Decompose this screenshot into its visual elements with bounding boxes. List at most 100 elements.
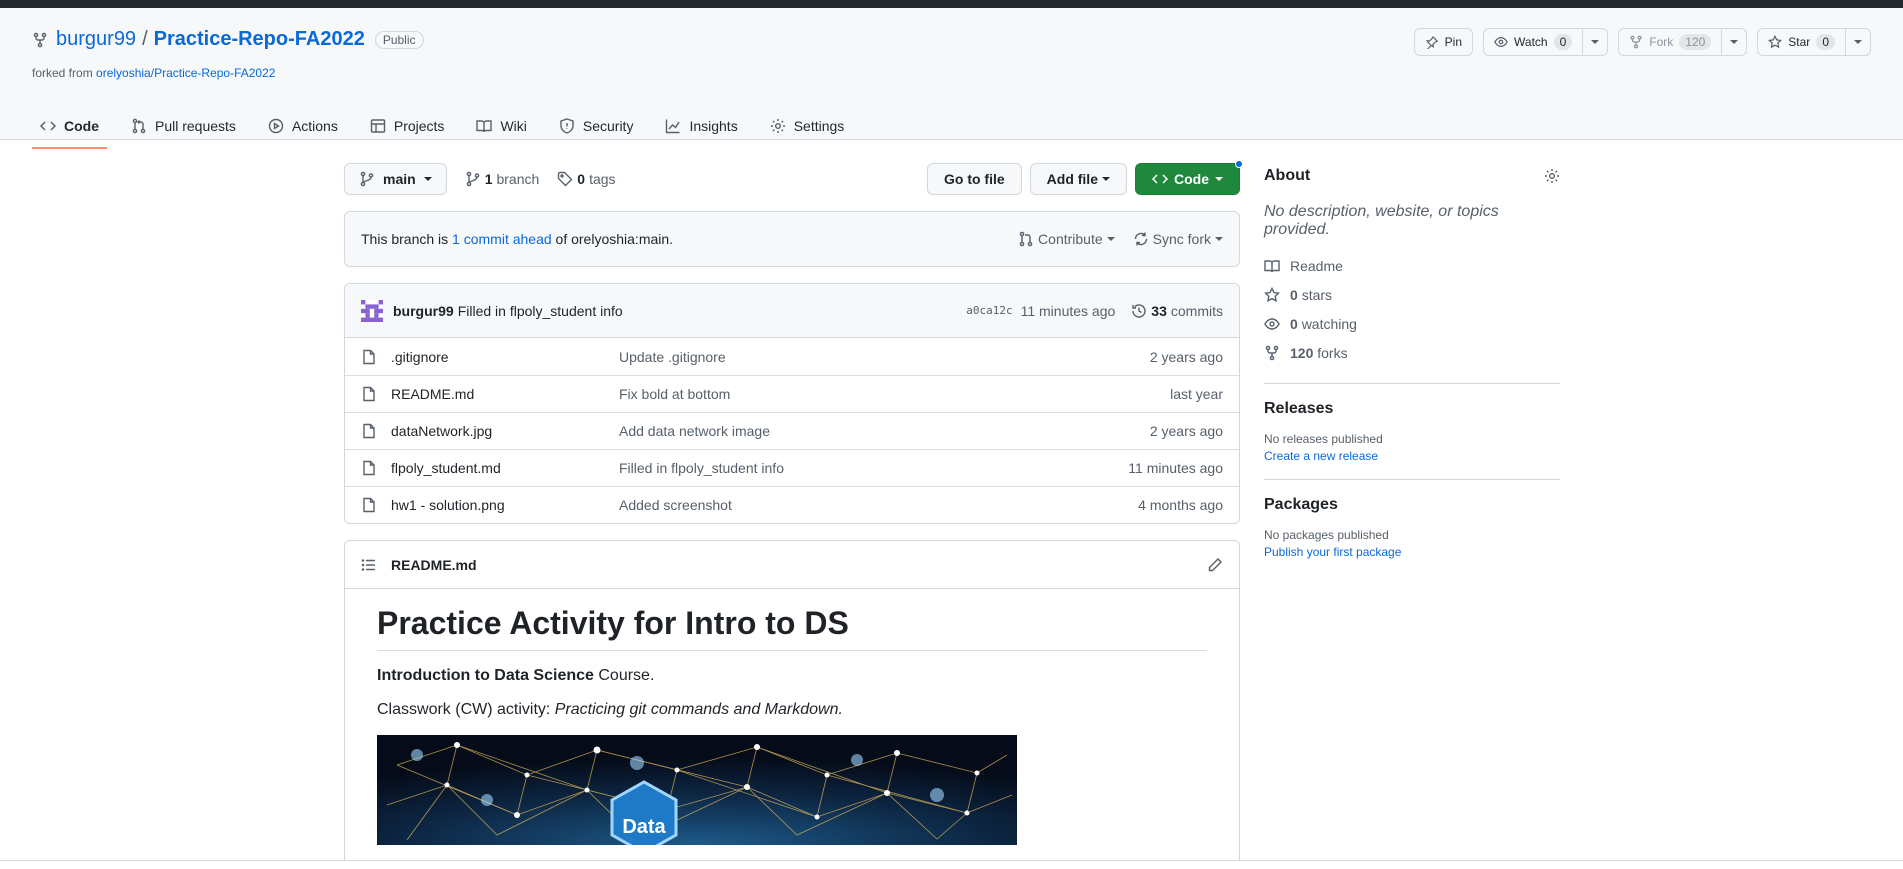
triangle-down-icon bbox=[1102, 175, 1110, 183]
repo-owner-link[interactable]: burgur99 bbox=[56, 28, 136, 51]
commit-message-link[interactable]: Filled in flpoly_student info bbox=[458, 303, 623, 319]
fork-button-group: Fork 120 bbox=[1618, 28, 1748, 56]
book-icon bbox=[476, 118, 493, 134]
file-icon bbox=[361, 386, 377, 402]
gear-icon[interactable] bbox=[1544, 168, 1560, 184]
triangle-down-icon bbox=[423, 175, 432, 183]
watching-link[interactable]: 0 watching bbox=[1264, 309, 1560, 338]
tab-settings[interactable]: Settings bbox=[762, 104, 853, 148]
tab-pull-requests[interactable]: Pull requests bbox=[123, 104, 244, 148]
file-name-cell: README.md bbox=[361, 386, 619, 402]
tab-security[interactable]: Security bbox=[551, 104, 642, 148]
repo-forked-icon bbox=[32, 32, 48, 48]
star-icon bbox=[1264, 286, 1280, 303]
commit-author-link[interactable]: burgur99 bbox=[393, 303, 454, 319]
go-to-file-button[interactable]: Go to file bbox=[926, 163, 1022, 195]
add-file-button[interactable]: Add file bbox=[1029, 163, 1127, 195]
code-icon bbox=[1152, 171, 1168, 187]
tab-actions[interactable]: Actions bbox=[260, 104, 346, 148]
repo-sidebar: About No description, website, or topics… bbox=[1264, 163, 1560, 559]
code-dropdown-button[interactable]: Code bbox=[1135, 160, 1243, 195]
stars-word: stars bbox=[1301, 286, 1333, 303]
file-age: 11 minutes ago bbox=[1128, 460, 1223, 476]
fork-actions: Contribute Sync fork bbox=[1018, 231, 1223, 247]
file-link[interactable]: .gitignore bbox=[391, 349, 449, 365]
eye-icon bbox=[1264, 316, 1280, 332]
avatar[interactable] bbox=[361, 299, 383, 322]
repo-tabs: Code Pull requests Actions Projects Wiki… bbox=[32, 104, 868, 149]
graph-icon bbox=[665, 118, 681, 134]
contribute-button[interactable]: Contribute bbox=[1018, 231, 1115, 247]
tab-projects[interactable]: Projects bbox=[362, 104, 453, 148]
data-network-image: Data bbox=[377, 735, 1017, 845]
notification-dot bbox=[1235, 160, 1243, 168]
tags-link[interactable]: 0 tags bbox=[557, 171, 616, 187]
readme-text: Course. bbox=[593, 667, 655, 684]
file-link[interactable]: dataNetwork.jpg bbox=[391, 423, 492, 439]
tab-label: Actions bbox=[291, 118, 338, 134]
branch-ahead-notice: This branch is 1 commit ahead of orelyos… bbox=[344, 211, 1240, 267]
commits-ahead-link[interactable]: 1 commit ahead bbox=[452, 231, 552, 247]
readme-paragraph: Introduction to Data Science Course. bbox=[377, 667, 1207, 685]
pin-icon bbox=[1425, 35, 1439, 49]
create-release-link[interactable]: Create a new release bbox=[1264, 449, 1560, 463]
file-name-cell: dataNetwork.jpg bbox=[361, 423, 619, 439]
fork-dropdown-button[interactable] bbox=[1722, 28, 1748, 56]
file-commit-message-link[interactable]: Add data network image bbox=[619, 423, 1150, 439]
watch-button[interactable]: Watch 0 bbox=[1483, 28, 1584, 56]
file-toolbar: main 1 branch 0 tags Go to file Add file… bbox=[344, 160, 1243, 195]
readme-link[interactable]: Readme bbox=[1264, 251, 1560, 280]
triangle-down-icon bbox=[1215, 175, 1223, 183]
file-link[interactable]: flpoly_student.md bbox=[391, 460, 501, 476]
list-unordered-icon[interactable] bbox=[361, 557, 377, 573]
star-dropdown-button[interactable] bbox=[1846, 28, 1871, 56]
publish-package-link[interactable]: Publish your first package bbox=[1264, 545, 1560, 559]
tag-word: tags bbox=[589, 171, 616, 187]
tab-insights[interactable]: Insights bbox=[657, 104, 745, 148]
branch-select-button[interactable]: main bbox=[344, 163, 447, 195]
forked-from-link[interactable]: orelyoshia/Practice-Repo-FA2022 bbox=[96, 66, 275, 80]
file-link[interactable]: README.md bbox=[391, 386, 474, 402]
readme-filename: README.md bbox=[391, 556, 477, 573]
releases-title[interactable]: Releases bbox=[1264, 400, 1560, 418]
packages-title[interactable]: Packages bbox=[1264, 496, 1560, 514]
forked-from-line: forked from orelyoshia/Practice-Repo-FA2… bbox=[32, 66, 275, 80]
file-commit-message-link[interactable]: Added screenshot bbox=[619, 497, 1138, 513]
ahead-suffix: of orelyoshia:main. bbox=[555, 231, 674, 247]
branches-link[interactable]: 1 branch bbox=[465, 171, 539, 187]
pin-button[interactable]: Pin bbox=[1413, 28, 1474, 56]
commit-sha-link[interactable]: a0ca12c bbox=[966, 304, 1012, 317]
file-link[interactable]: hw1 - solution.png bbox=[391, 497, 505, 513]
about-title: About bbox=[1264, 167, 1311, 184]
pencil-icon[interactable] bbox=[1207, 557, 1223, 573]
tab-code[interactable]: Code bbox=[32, 104, 107, 149]
repo-name-link[interactable]: Practice-Repo-FA2022 bbox=[154, 28, 365, 51]
shield-icon bbox=[559, 118, 575, 134]
file-commit-message-link[interactable]: Fix bold at bottom bbox=[619, 386, 1170, 402]
code-icon bbox=[40, 118, 56, 134]
repo-header-actions: Pin Watch 0 Fork 120 Star 0 bbox=[1413, 28, 1871, 56]
forks-link[interactable]: 120 forks bbox=[1264, 338, 1560, 367]
git-branch-icon bbox=[465, 171, 481, 187]
table-row: dataNetwork.jpg Add data network image 2… bbox=[345, 412, 1239, 449]
tab-wiki[interactable]: Wiki bbox=[468, 104, 534, 148]
file-commit-message-link[interactable]: Update .gitignore bbox=[619, 349, 1150, 365]
readme-italic-text: Practicing git commands and Markdown. bbox=[554, 701, 843, 718]
watch-dropdown-button[interactable] bbox=[1583, 28, 1609, 56]
sync-fork-button[interactable]: Sync fork bbox=[1133, 231, 1223, 247]
file-age: 2 years ago bbox=[1149, 423, 1223, 439]
star-button[interactable]: Star 0 bbox=[1757, 28, 1846, 56]
about-stats: Readme 0 stars 0 watching 120 forks bbox=[1264, 251, 1560, 367]
image-label: Data bbox=[622, 816, 666, 838]
commit-history-link[interactable]: 33 commits bbox=[1131, 303, 1223, 319]
star-label: Star bbox=[1788, 35, 1811, 49]
file-name-cell: .gitignore bbox=[361, 349, 619, 365]
sidebar-divider bbox=[1264, 383, 1560, 384]
fork-button[interactable]: Fork 120 bbox=[1618, 28, 1723, 56]
table-row: flpoly_student.md Filled in flpoly_stude… bbox=[345, 449, 1239, 486]
file-commit-message-link[interactable]: Filled in flpoly_student info bbox=[619, 460, 1128, 476]
stars-link[interactable]: 0 stars bbox=[1264, 280, 1560, 309]
repo-title: burgur99 / Practice-Repo-FA2022 Public bbox=[32, 28, 424, 51]
forks-word: forks bbox=[1317, 344, 1348, 361]
file-icon bbox=[361, 497, 377, 513]
